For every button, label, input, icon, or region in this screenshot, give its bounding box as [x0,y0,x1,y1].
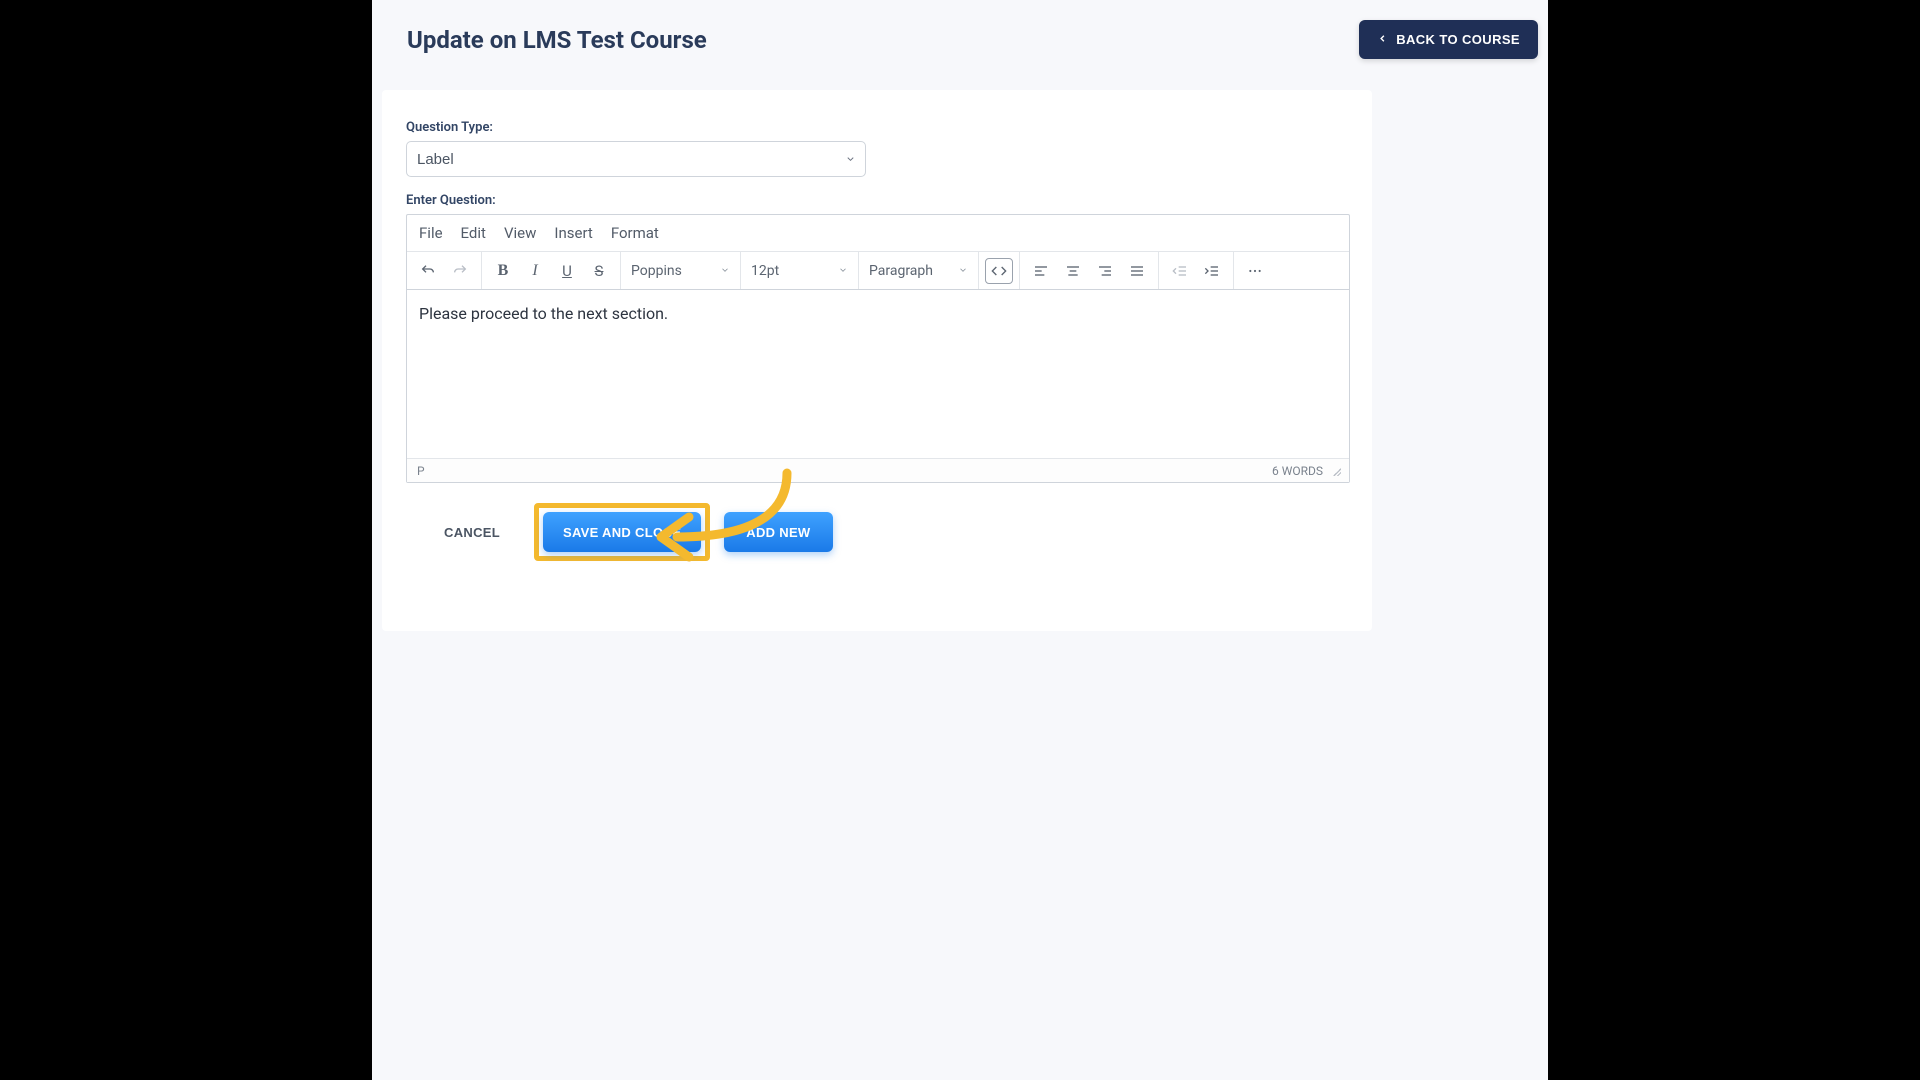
menu-edit[interactable]: Edit [461,224,486,242]
code-block-button[interactable] [985,258,1013,284]
resize-handle[interactable] [1331,466,1341,476]
save-and-close-button[interactable]: SAVE AND CLOSE [543,512,701,552]
enter-question-label: Enter Question: [406,193,1348,208]
cancel-button[interactable]: CANCEL [424,512,520,552]
align-center-button[interactable] [1058,256,1088,286]
underline-button[interactable]: U [552,256,582,286]
more-options-button[interactable] [1240,256,1270,286]
font-size-value: 12pt [751,263,779,279]
editor-content[interactable]: Please proceed to the next section. [407,290,1349,458]
chevron-down-icon [838,263,848,279]
font-size-select[interactable]: 12pt [741,252,859,289]
add-new-button[interactable]: ADD NEW [724,512,832,552]
align-justify-button[interactable] [1122,256,1152,286]
editor-toolbar: B I U S Poppins 12pt [407,252,1349,290]
italic-button[interactable]: I [520,256,550,286]
word-count: 6 WORDS [1272,464,1323,478]
editor-menubar: File Edit View Insert Format [407,215,1349,252]
page-title: Update on LMS Test Course [407,26,707,54]
block-format-select[interactable]: Paragraph [859,252,979,289]
align-left-button[interactable] [1026,256,1056,286]
align-right-button[interactable] [1090,256,1120,286]
font-family-select[interactable]: Poppins [621,252,741,289]
redo-button[interactable] [445,256,475,286]
chevron-left-icon [1377,32,1388,47]
strikethrough-button[interactable]: S [584,256,614,286]
block-format-value: Paragraph [869,263,933,279]
question-type-select[interactable]: Label [406,141,866,177]
rich-text-editor: File Edit View Insert Format [406,214,1350,483]
back-button-label: BACK TO COURSE [1396,32,1520,47]
font-family-value: Poppins [631,263,682,279]
chevron-down-icon [958,263,968,279]
menu-view[interactable]: View [504,224,536,242]
menu-insert[interactable]: Insert [554,224,592,242]
form-card: Question Type: Label Enter Question: Fil… [382,90,1372,631]
outdent-button[interactable] [1165,256,1195,286]
editor-element-path: P [417,464,425,478]
bold-button[interactable]: B [488,256,518,286]
question-type-label: Question Type: [406,120,1348,135]
indent-button[interactable] [1197,256,1227,286]
chevron-down-icon [720,263,730,279]
undo-button[interactable] [413,256,443,286]
menu-format[interactable]: Format [611,224,659,242]
menu-file[interactable]: File [419,224,443,242]
highlight-annotation: SAVE AND CLOSE [534,503,710,561]
back-to-course-button[interactable]: BACK TO COURSE [1359,20,1538,59]
